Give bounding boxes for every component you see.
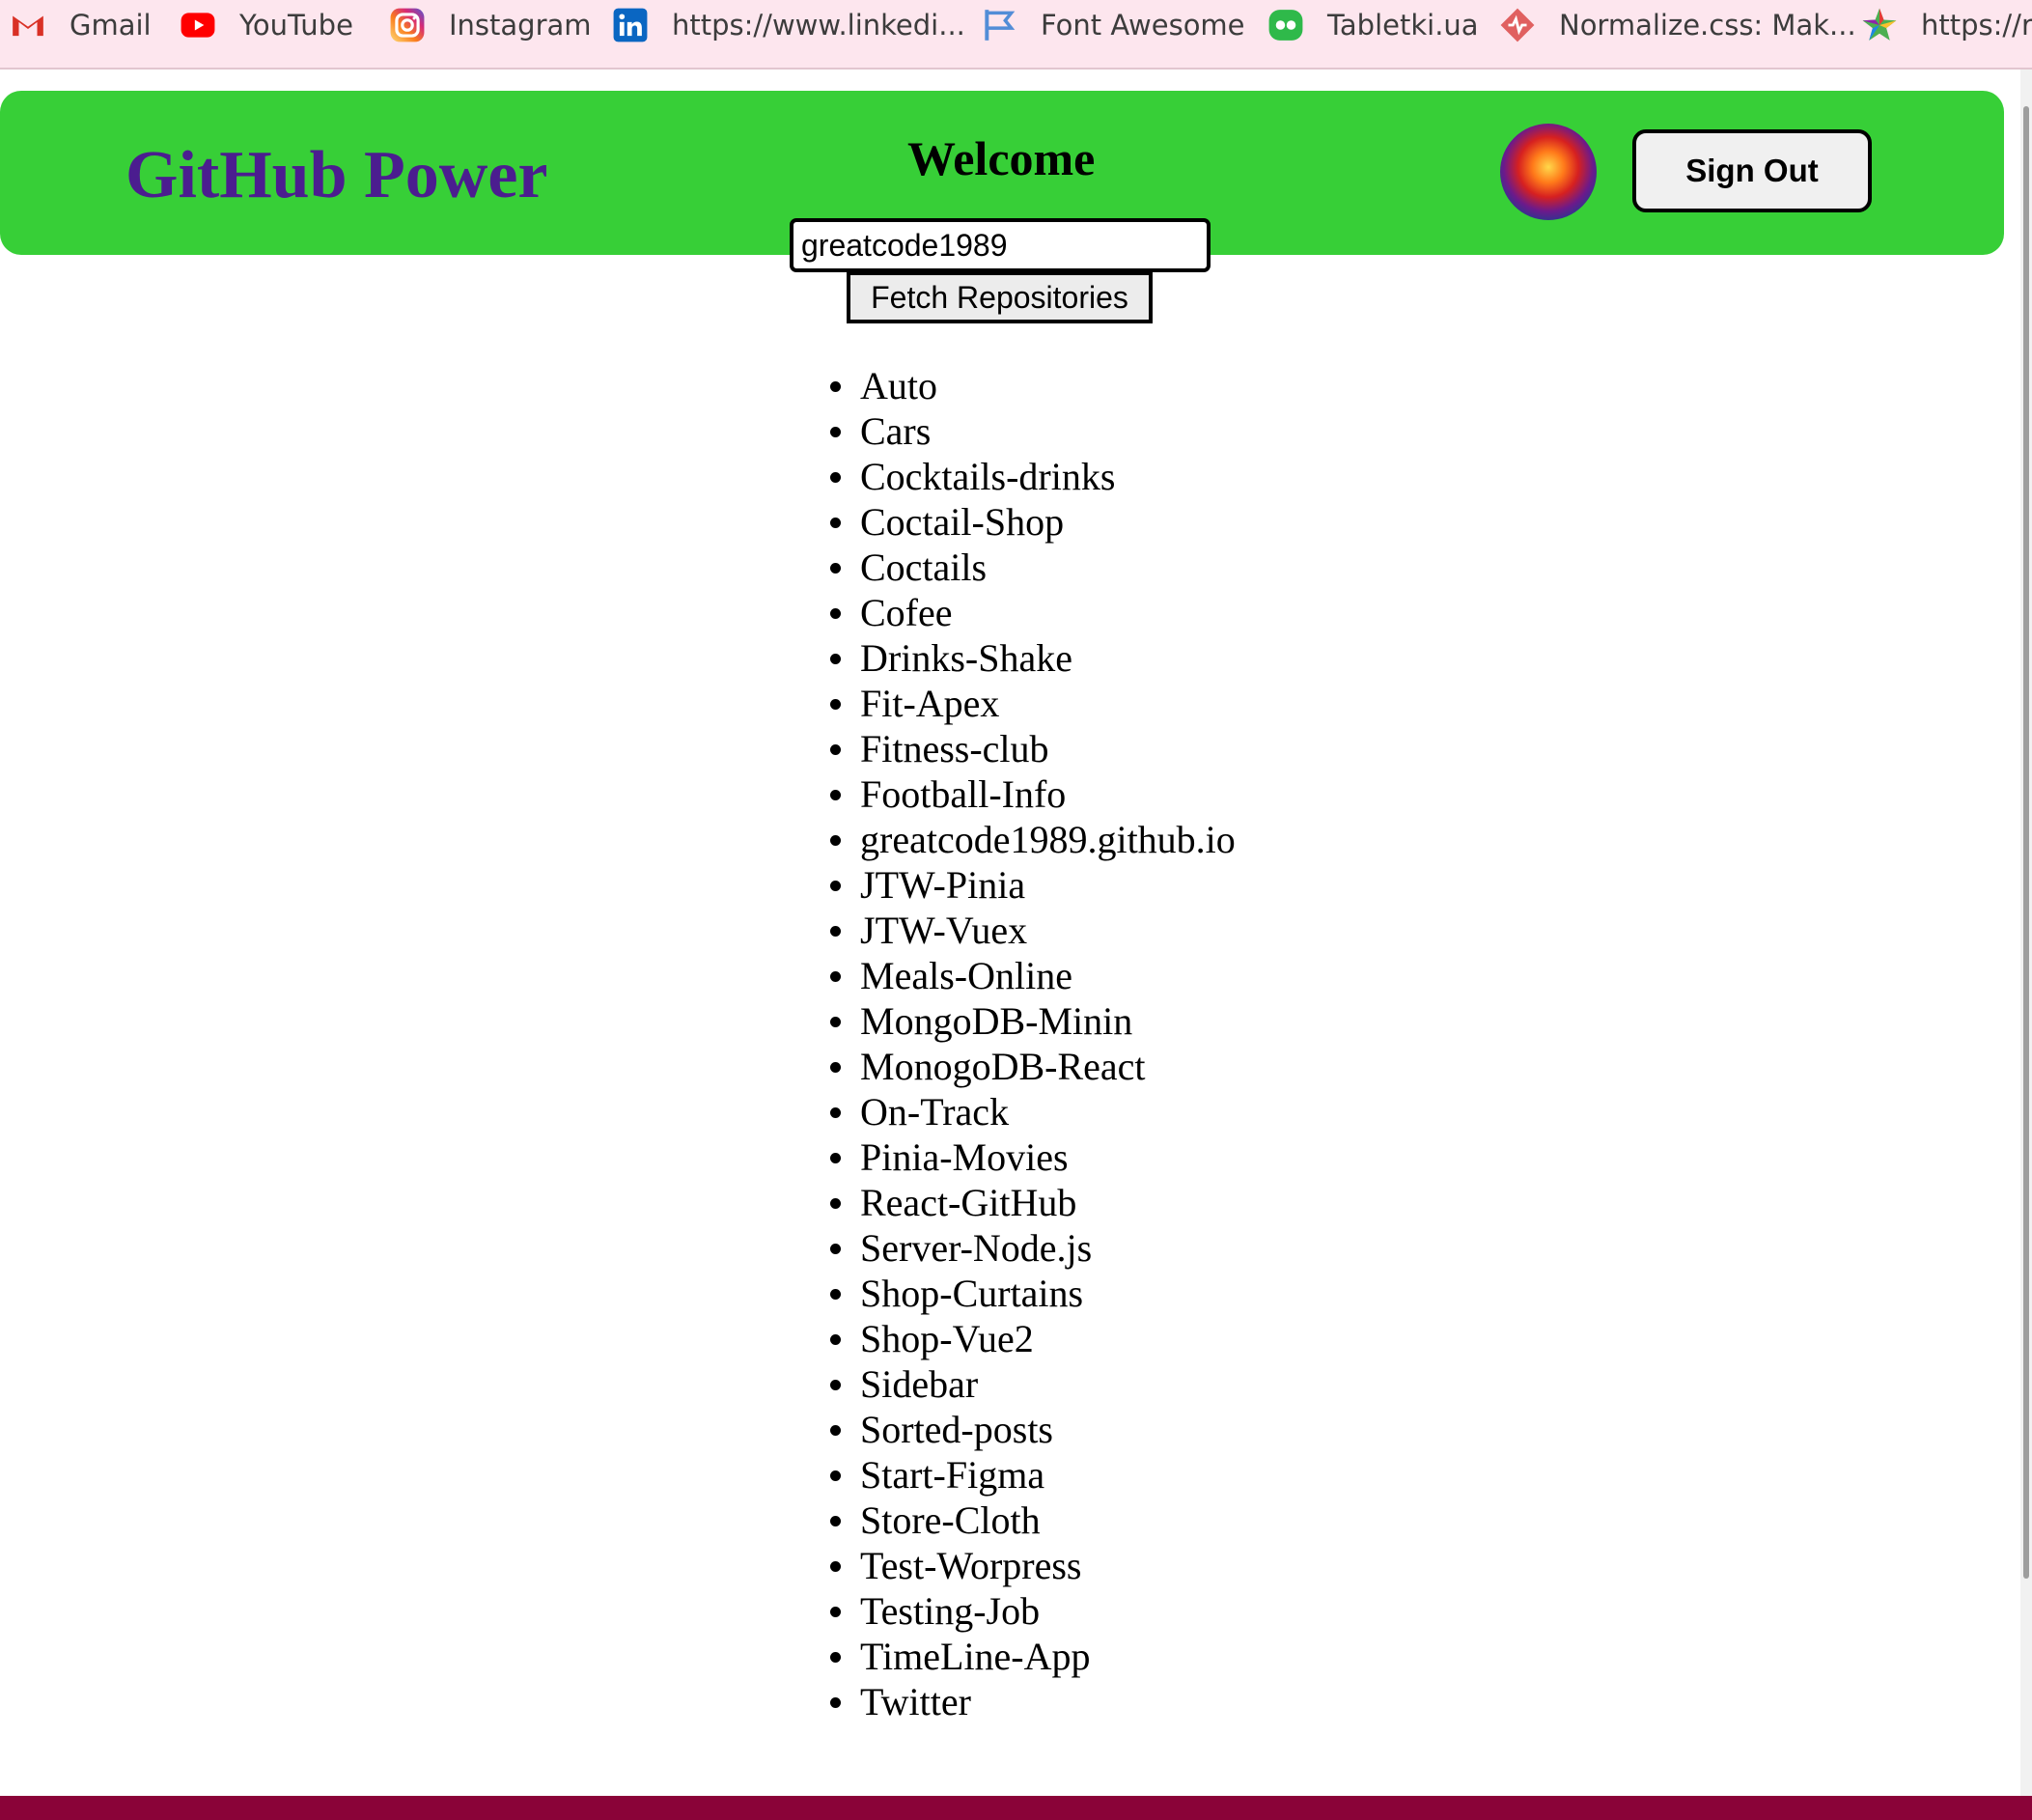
- bookmark-normalize[interactable]: Normalize.css: Mak...: [1499, 0, 1856, 50]
- bookmark-tabletki[interactable]: Tabletki.ua: [1267, 0, 1479, 50]
- list-item: Shop-Curtains: [830, 1271, 1236, 1316]
- list-item: Fitness-club: [830, 726, 1236, 771]
- list-item: Sorted-posts: [830, 1407, 1236, 1452]
- list-item: Cocktails-drinks: [830, 454, 1236, 499]
- list-item: Shop-Vue2: [830, 1316, 1236, 1361]
- brand-title: GitHub Power: [125, 138, 548, 212]
- list-item: Twitter: [830, 1679, 1236, 1724]
- bookmark-label: https://ru: [1921, 9, 2032, 42]
- list-item: Cofee: [830, 590, 1236, 635]
- bookmark-label: Normalize.css: Mak...: [1559, 9, 1856, 42]
- list-item: On-Track: [830, 1089, 1236, 1134]
- bookmark-ru[interactable]: https://ru: [1861, 0, 2032, 50]
- list-item: Server-Node.js: [830, 1225, 1236, 1271]
- instagram-icon: [390, 8, 425, 42]
- list-item: React-GitHub: [830, 1180, 1236, 1225]
- username-input[interactable]: [790, 218, 1211, 272]
- list-item: Football-Info: [830, 771, 1236, 817]
- list-item: Auto: [830, 363, 1236, 408]
- bookmark-linkedin[interactable]: https://www.linkedi...: [612, 0, 965, 50]
- list-item: Store-Cloth: [830, 1498, 1236, 1543]
- youtube-icon: [181, 13, 215, 38]
- list-item: Drinks-Shake: [830, 635, 1236, 681]
- chat-icon: [1268, 10, 1303, 41]
- list-item: JTW-Pinia: [830, 862, 1236, 908]
- diamond-icon: [1500, 8, 1535, 42]
- list-item: Coctail-Shop: [830, 499, 1236, 545]
- avatar: [1500, 124, 1597, 220]
- bookmarks-bar: Gmail YouTube Instagram https://www.link…: [0, 0, 2032, 70]
- list-item: Coctails: [830, 545, 1236, 590]
- bookmark-label: Font Awesome: [1041, 9, 1245, 42]
- bookmark-label: Gmail: [70, 9, 152, 42]
- scrollbar-thumb[interactable]: [2023, 106, 2029, 1579]
- fetch-repositories-button[interactable]: Fetch Repositories: [847, 271, 1153, 323]
- flag-icon: [985, 10, 1016, 41]
- bookmark-instagram[interactable]: Instagram: [389, 0, 592, 50]
- list-item: Cars: [830, 408, 1236, 454]
- list-item: Testing-Job: [830, 1588, 1236, 1634]
- gmail-icon: [13, 15, 43, 37]
- bookmark-label: YouTube: [239, 9, 353, 42]
- list-item: greatcode1989.github.io: [830, 818, 1236, 861]
- list-item: Start-Figma: [830, 1452, 1236, 1498]
- bookmark-label: Instagram: [449, 9, 592, 42]
- bookmark-youtube[interactable]: YouTube: [180, 0, 353, 50]
- list-item: JTW-Vuex: [830, 908, 1236, 953]
- list-item: MongoDB-Minin: [830, 998, 1236, 1044]
- repository-list: Auto Cars Cocktails-drinks Coctail-Shop Coct…: [830, 363, 1236, 1724]
- list-item: MonogoDB-React: [830, 1044, 1236, 1089]
- star-icon: [1862, 8, 1897, 41]
- taskbar: [0, 1796, 2032, 1820]
- linkedin-icon: [613, 8, 648, 42]
- bookmark-label: Tabletki.ua: [1327, 9, 1479, 42]
- bookmark-font-awesome[interactable]: Font Awesome: [981, 0, 1245, 50]
- sign-out-button[interactable]: Sign Out: [1632, 129, 1872, 212]
- list-item: Test-Worpress: [830, 1543, 1236, 1588]
- list-item: TimeLine-App: [830, 1634, 1236, 1679]
- list-item: Fit-Apex: [830, 681, 1236, 726]
- welcome-heading: Welcome: [907, 131, 1096, 185]
- list-item: Meals-Online: [830, 953, 1236, 998]
- list-item: Sidebar: [830, 1361, 1236, 1407]
- bookmark-label: https://www.linkedi...: [672, 9, 965, 42]
- bookmark-gmail[interactable]: Gmail: [10, 0, 152, 50]
- list-item: Pinia-Movies: [830, 1134, 1236, 1180]
